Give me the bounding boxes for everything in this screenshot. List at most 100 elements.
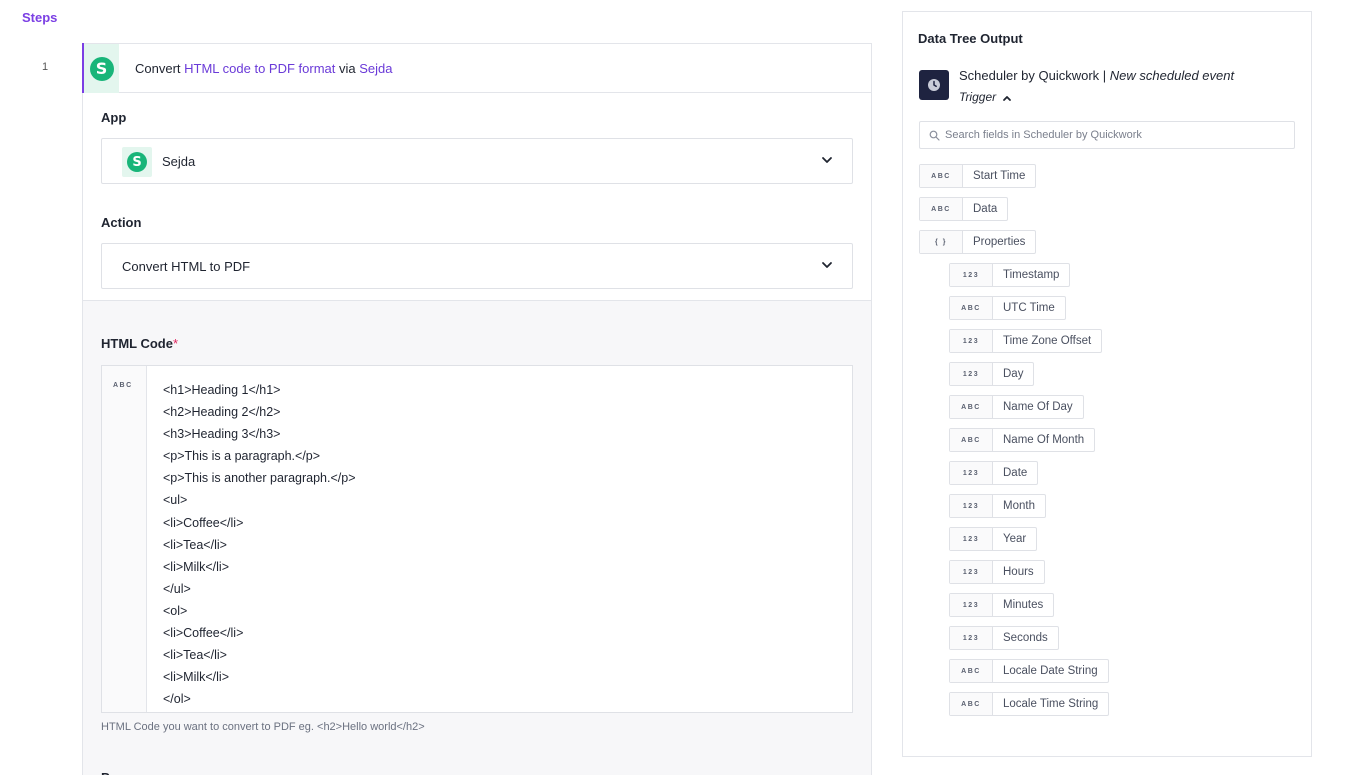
- field-type-tag: { }: [920, 231, 963, 253]
- field-type-tag-text: ABC: [961, 667, 981, 675]
- field-type-tag: ABC: [920, 165, 963, 187]
- tree-field-item[interactable]: 123 Day: [949, 362, 1035, 386]
- tree-field-item[interactable]: 123 Date: [949, 461, 1039, 485]
- tree-field-item[interactable]: 123 Time Zone Offset: [949, 329, 1103, 353]
- tree-field-item[interactable]: ABC Locale Time String: [949, 692, 1110, 716]
- field-type-tag-text: ABC: [961, 304, 981, 312]
- field-type-tag-text: ABC: [961, 403, 981, 411]
- field-type-tag-text: 123: [962, 502, 980, 510]
- field-name: Start Time: [973, 170, 1026, 182]
- trigger-type-toggle[interactable]: Trigger: [959, 90, 996, 104]
- field-type-tag: 123: [950, 495, 993, 517]
- tree-field-item[interactable]: 123 Year: [949, 527, 1038, 551]
- field-type-tag-text: 123: [962, 601, 980, 609]
- code-line: <ul>: [163, 493, 188, 508]
- field-name: Seconds: [1003, 632, 1048, 644]
- field-name: Month: [1003, 500, 1035, 512]
- trigger-app-text: Scheduler by Quickwork: [959, 68, 1100, 83]
- steps-title: Steps: [22, 10, 58, 25]
- code-line: <p>This is another paragraph.</p>: [163, 471, 356, 486]
- tree-field-item[interactable]: 123 Timestamp: [949, 263, 1071, 287]
- code-line: <h3>Heading 3</h3>: [163, 427, 281, 442]
- step-card: S Convert HTML code to PDF format via Se…: [82, 43, 872, 775]
- tree-field-item[interactable]: { } Properties: [919, 230, 1037, 254]
- step-title-app-link[interactable]: Sejda: [359, 61, 392, 76]
- field-type-tag: 123: [950, 594, 993, 616]
- tree-field-item[interactable]: ABC UTC Time: [949, 296, 1066, 320]
- field-name: Date: [1003, 467, 1028, 479]
- trigger-separator: |: [1099, 68, 1110, 83]
- field-name: Timestamp: [1003, 269, 1060, 281]
- tree-field-item[interactable]: 123 Hours: [949, 560, 1045, 584]
- code-line: <li>Coffee</li>: [163, 626, 244, 641]
- tree-field-item[interactable]: 123 Seconds: [949, 626, 1059, 650]
- sejda-logo-icon: S: [127, 152, 147, 172]
- code-line: <li>Coffee</li>: [163, 515, 244, 530]
- action-select[interactable]: Convert HTML to PDF: [101, 243, 853, 289]
- tree-field-item[interactable]: ABC Name Of Month: [949, 428, 1096, 452]
- field-name: Day: [1003, 368, 1024, 380]
- data-tree-panel: Data Tree Output Scheduler by Quickwork …: [902, 11, 1312, 757]
- code-line: <ol>: [163, 603, 188, 618]
- html-code-help-text: HTML Code you want to convert to PDF eg.…: [101, 721, 425, 733]
- field-type-tag: ABC: [920, 198, 963, 220]
- tree-search[interactable]: [919, 121, 1295, 149]
- code-line: <p>This is a paragraph.</p>: [163, 449, 321, 464]
- action-select-value: Convert HTML to PDF: [122, 259, 251, 274]
- code-line: <h2>Heading 2</h2>: [163, 405, 281, 420]
- field-type-tag-text: { }: [935, 238, 947, 246]
- html-code-editor[interactable]: <h1>Heading 1</h1> <h2>Heading 2</h2> <h3>…: [163, 379, 356, 710]
- field-type-tag: 123: [950, 627, 993, 649]
- field-type-tag-text: ABC: [961, 700, 981, 708]
- field-type-tag-text: ABC: [931, 172, 951, 180]
- code-line: <li>Milk</li>: [163, 670, 229, 685]
- field-type-tag: ABC: [950, 693, 993, 715]
- html-code-label: HTML Code*: [101, 336, 178, 351]
- app-action-section: App S Sejda Action Convert HTML to PDF: [83, 93, 871, 301]
- scheduler-clock-icon: [919, 70, 949, 100]
- tree-field-item[interactable]: 123 Minutes: [949, 593, 1055, 617]
- code-line: <li>Tea</li>: [163, 648, 227, 663]
- app-label: App: [101, 110, 127, 125]
- code-line: <li>Milk</li>: [163, 559, 229, 574]
- html-code-field[interactable]: ABC <h1>Heading 1</h1> <h2>Heading 2</h2>…: [101, 365, 853, 713]
- step-header[interactable]: S Convert HTML code to PDF format via Se…: [82, 43, 871, 93]
- code-line: <li>Tea</li>: [163, 537, 227, 552]
- tree-search-input[interactable]: [945, 122, 1285, 148]
- field-name: Data: [973, 203, 998, 215]
- app-select[interactable]: S Sejda: [101, 138, 853, 184]
- field-type-tag-text: 123: [962, 271, 980, 279]
- field-type-tag-text: 123: [962, 370, 980, 378]
- trigger-event-name: New scheduled event: [1109, 68, 1235, 83]
- required-mark: *: [172, 336, 179, 351]
- search-icon: [929, 130, 940, 141]
- field-name: Time Zone Offset: [1003, 335, 1092, 347]
- tree-field-item[interactable]: ABC Start Time: [919, 164, 1037, 188]
- field-type-tag-text: 123: [962, 535, 980, 543]
- html-code-type-gutter: ABC: [102, 366, 147, 712]
- field-type-tag-text: 123: [962, 469, 980, 477]
- tree-field-item[interactable]: ABC Locale Date String: [949, 659, 1109, 683]
- clock-icon: [928, 79, 940, 91]
- field-name: Name Of Day: [1003, 401, 1073, 413]
- text-type-tag: ABC: [113, 382, 133, 389]
- step-title: Convert HTML code to PDF format via Sejd…: [135, 61, 392, 76]
- field-type-tag-text: 123: [962, 634, 980, 642]
- field-name: Name Of Month: [1003, 434, 1085, 446]
- field-type-tag: ABC: [950, 396, 993, 418]
- trigger-app-name: Scheduler by Quickwork | New scheduled e…: [959, 68, 1234, 83]
- field-type-tag: 123: [950, 462, 993, 484]
- field-name: Locale Time String: [1003, 698, 1099, 710]
- html-code-label-text: HTML Code: [101, 336, 173, 351]
- tree-field-item[interactable]: ABC Data: [919, 197, 1009, 221]
- step-number: 1: [42, 61, 49, 73]
- field-type-tag: 123: [950, 528, 993, 550]
- chevron-up-icon[interactable]: [1002, 93, 1012, 103]
- next-field-label: Pa: [101, 770, 117, 775]
- field-name: Year: [1003, 533, 1027, 545]
- field-type-tag-text: 123: [962, 568, 980, 576]
- tree-field-item[interactable]: ABC Name Of Day: [949, 395, 1084, 419]
- tree-field-item[interactable]: 123 Month: [949, 494, 1046, 518]
- step-title-action-link[interactable]: HTML code to PDF format: [184, 61, 335, 76]
- field-name: Minutes: [1003, 599, 1044, 611]
